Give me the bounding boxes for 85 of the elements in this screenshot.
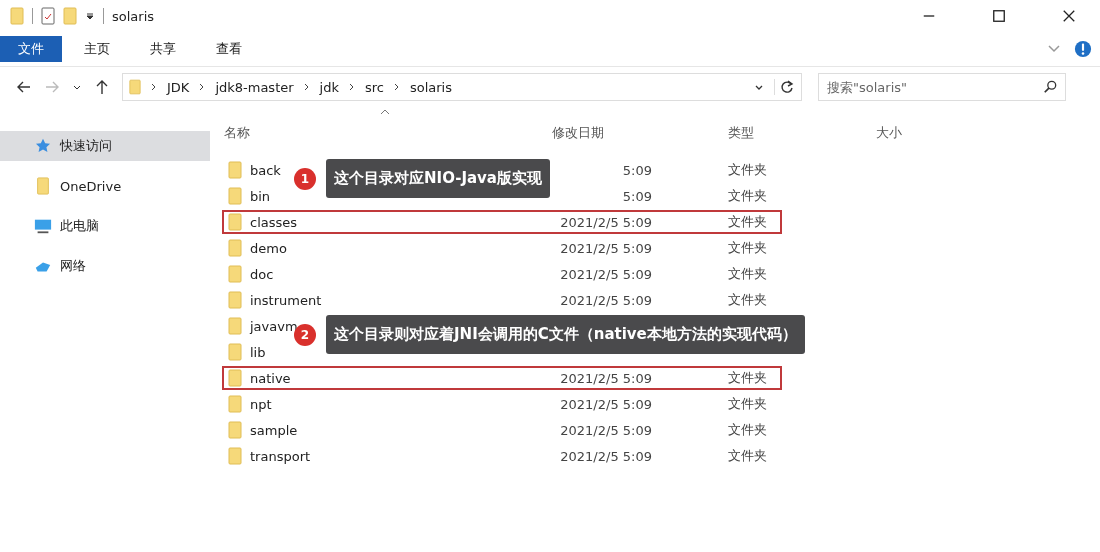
monitor-icon <box>34 217 52 235</box>
sidebar-item[interactable]: 此电脑 <box>0 211 210 241</box>
chevron-right-icon[interactable] <box>199 82 206 92</box>
chevron-right-icon[interactable] <box>349 82 355 92</box>
column-header[interactable]: 名称 <box>224 124 550 142</box>
folder-icon <box>228 265 242 283</box>
modified-date: 2021/2/5 5:09 <box>560 266 652 282</box>
modified-date: 2021/2/5 5:09 <box>560 396 652 412</box>
file-type: 文件夹 <box>728 214 767 229</box>
modified-date: 2021/2/5 5:09 <box>560 292 652 308</box>
callout-label: 这个目录则对应着JNI会调用的C文件（native本地方法的实现代码） <box>326 315 805 354</box>
sort-caret-icon <box>380 109 390 115</box>
modified-date: 2021/2/5 5:09 <box>560 422 652 438</box>
maximize-icon[interactable] <box>992 9 1006 23</box>
close-icon[interactable] <box>1062 9 1076 23</box>
folder-icon <box>228 343 242 361</box>
column-header[interactable]: 类型 <box>728 124 876 142</box>
folder-icon <box>228 213 242 231</box>
ribbon-tab[interactable]: 文件 <box>0 36 62 62</box>
breadcrumb[interactable]: src <box>365 79 384 95</box>
modified-date: 5:09 <box>622 188 652 204</box>
folder-icon <box>228 291 242 309</box>
file-name[interactable]: native <box>250 370 291 386</box>
back-arrow-icon[interactable] <box>16 79 32 95</box>
checklist-icon[interactable] <box>41 7 55 25</box>
search-field[interactable]: 搜索"solaris" <box>818 73 1066 101</box>
address-bar[interactable]: JDK jdk8-master jdk src solaris <box>122 73 802 101</box>
breadcrumb[interactable]: solaris <box>409 79 452 95</box>
folder-icon <box>228 369 242 387</box>
refresh-icon[interactable] <box>774 79 795 95</box>
file-type: 文件夹 <box>728 292 767 307</box>
sidebar-item[interactable]: 快速访问 <box>0 131 210 161</box>
sidebar-item[interactable]: 网络 <box>0 251 210 281</box>
file-name[interactable]: classes <box>250 214 298 230</box>
help-icon[interactable] <box>1074 40 1092 58</box>
sidebar-item[interactable]: OneDrive <box>0 171 210 201</box>
window-title: solaris <box>112 8 155 24</box>
folder-icon <box>34 177 52 195</box>
file-name[interactable]: doc <box>250 266 274 282</box>
file-name[interactable]: back <box>250 162 281 178</box>
breadcrumb[interactable]: JDK <box>167 79 190 95</box>
folder-icon <box>228 395 242 413</box>
file-type: 文件夹 <box>728 162 767 177</box>
chevron-right-icon[interactable] <box>393 82 400 92</box>
file-name[interactable]: instrument <box>250 292 322 308</box>
file-type: 文件夹 <box>728 266 767 281</box>
file-type: 文件夹 <box>728 188 767 203</box>
folder-icon <box>228 161 242 179</box>
search-icon <box>1043 80 1057 94</box>
folder-icon <box>228 317 242 335</box>
folder-icon <box>129 79 141 95</box>
file-type: 文件夹 <box>728 240 767 255</box>
number-badge: 1 <box>294 167 316 190</box>
folder-icon <box>228 447 242 465</box>
file-name[interactable]: bin <box>250 188 271 204</box>
file-name[interactable]: sample <box>250 422 298 438</box>
chevron-right-icon[interactable] <box>303 82 310 92</box>
star-icon <box>34 137 52 155</box>
folder-icon <box>228 187 242 205</box>
folder-icon <box>228 421 242 439</box>
column-header[interactable]: 修改日期 <box>550 124 728 142</box>
ribbon-tab[interactable]: 查看 <box>198 36 260 62</box>
breadcrumb[interactable]: jdk <box>319 79 339 95</box>
breadcrumb[interactable]: jdk8-master <box>215 79 294 95</box>
file-name[interactable]: transport <box>250 448 311 464</box>
ribbon-tab[interactable]: 主页 <box>66 36 128 62</box>
chevron-right-icon[interactable] <box>151 82 157 92</box>
file-name[interactable]: demo <box>250 240 287 256</box>
modified-date: 5:09 <box>622 162 652 178</box>
ribbon-tab[interactable]: 共享 <box>132 36 194 62</box>
callout-label: 这个目录对应NIO-Java版实现 <box>326 159 550 198</box>
dropdown-icon[interactable] <box>85 11 95 21</box>
modified-date: 2021/2/5 5:09 <box>560 448 652 464</box>
file-type: 文件夹 <box>728 396 767 411</box>
file-name[interactable]: npt <box>250 396 272 412</box>
file-name[interactable]: lib <box>250 344 266 360</box>
up-arrow-icon[interactable] <box>94 79 110 95</box>
column-header[interactable]: 大小 <box>876 124 956 142</box>
modified-date: 2021/2/5 5:09 <box>560 370 652 386</box>
folder-icon <box>228 239 242 257</box>
modified-date: 2021/2/5 5:09 <box>560 214 652 230</box>
file-type: 文件夹 <box>728 448 767 463</box>
file-type: 文件夹 <box>728 422 767 437</box>
modified-date: 2021/2/5 5:09 <box>560 240 652 256</box>
file-type: 文件夹 <box>728 370 767 385</box>
